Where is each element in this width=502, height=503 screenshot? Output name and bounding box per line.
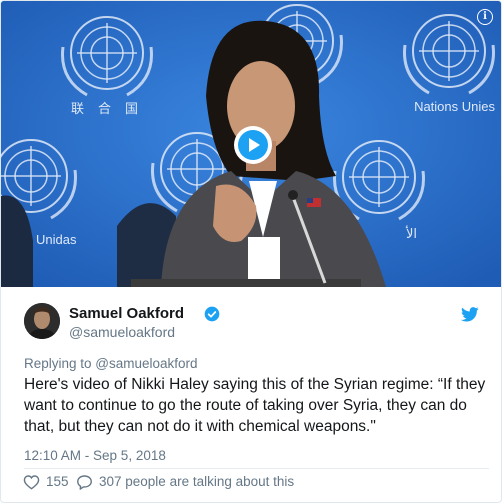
info-icon[interactable]: i [477,9,493,25]
tweet-timestamp[interactable]: 12:10 AM - Sep 5, 2018 [24,448,166,463]
un-french-label: Nations Unies [414,99,495,114]
embedded-tweet-card: 联合国 Nations Unies Unidas الأ i Samuel Oa… [0,0,502,503]
avatar[interactable] [24,303,60,339]
twitter-bird-icon[interactable] [461,307,479,322]
un-arabic-label: الأ [405,227,417,242]
play-button[interactable] [234,126,272,164]
tweet-text: Here's video of Nikki Haley saying this … [24,376,486,435]
divider [24,468,489,469]
un-spanish-label: Unidas [36,232,77,247]
conversation-link[interactable]: 307 people are talking about this [99,474,294,489]
like-count[interactable]: 155 [46,474,69,489]
reply-prefix: Replying to [24,356,96,371]
author-handle[interactable]: @samueloakford [69,324,175,340]
reply-to-link[interactable]: @samueloakford [95,356,197,371]
reply-context: Replying to @samueloakford [24,356,198,371]
play-icon [238,130,268,160]
video-player[interactable]: 联合国 Nations Unies Unidas الأ i [1,1,501,287]
reply-bubble-icon[interactable] [76,474,93,490]
un-chinese-label: 联合国 [71,102,153,117]
author-display-name[interactable]: Samuel Oakford [69,305,184,322]
heart-icon[interactable] [23,474,40,490]
verified-badge-icon [204,306,220,322]
